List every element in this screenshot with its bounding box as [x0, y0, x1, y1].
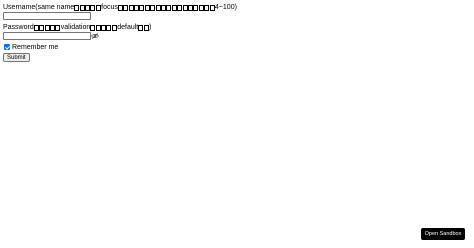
eye-slash-icon[interactable] — [91, 33, 99, 39]
password-label-prefix: Password — [3, 24, 34, 31]
password-label: Password validation default) — [3, 23, 237, 31]
open-sandbox-button[interactable]: Open Sandbox — [421, 228, 465, 240]
password-input[interactable] — [3, 32, 91, 40]
username-label-suffix: 4~100) — [214, 4, 237, 11]
password-row — [3, 31, 237, 41]
username-label-mid: focus — [101, 4, 118, 11]
username-input[interactable] — [3, 12, 91, 20]
submit-button[interactable]: Submit — [3, 53, 30, 62]
password-label-mid2: default — [117, 24, 139, 31]
username-label-cjk-2 — [117, 3, 215, 12]
username-label-prefix: Username(same name — [3, 4, 75, 11]
login-form: Username(same name focus 4~100) Password va… — [3, 3, 237, 62]
remember-label: Remember me — [12, 43, 59, 51]
remember-row: Remember me — [3, 43, 237, 51]
password-label-mid: validation — [60, 24, 91, 31]
password-label-suffix: ) — [149, 24, 152, 31]
remember-checkbox[interactable] — [4, 44, 10, 50]
page: Username(same name focus 4~100) Password va… — [0, 0, 474, 248]
username-label-cjk-1 — [74, 3, 101, 12]
username-label: Username(same name focus 4~100) — [3, 3, 237, 11]
